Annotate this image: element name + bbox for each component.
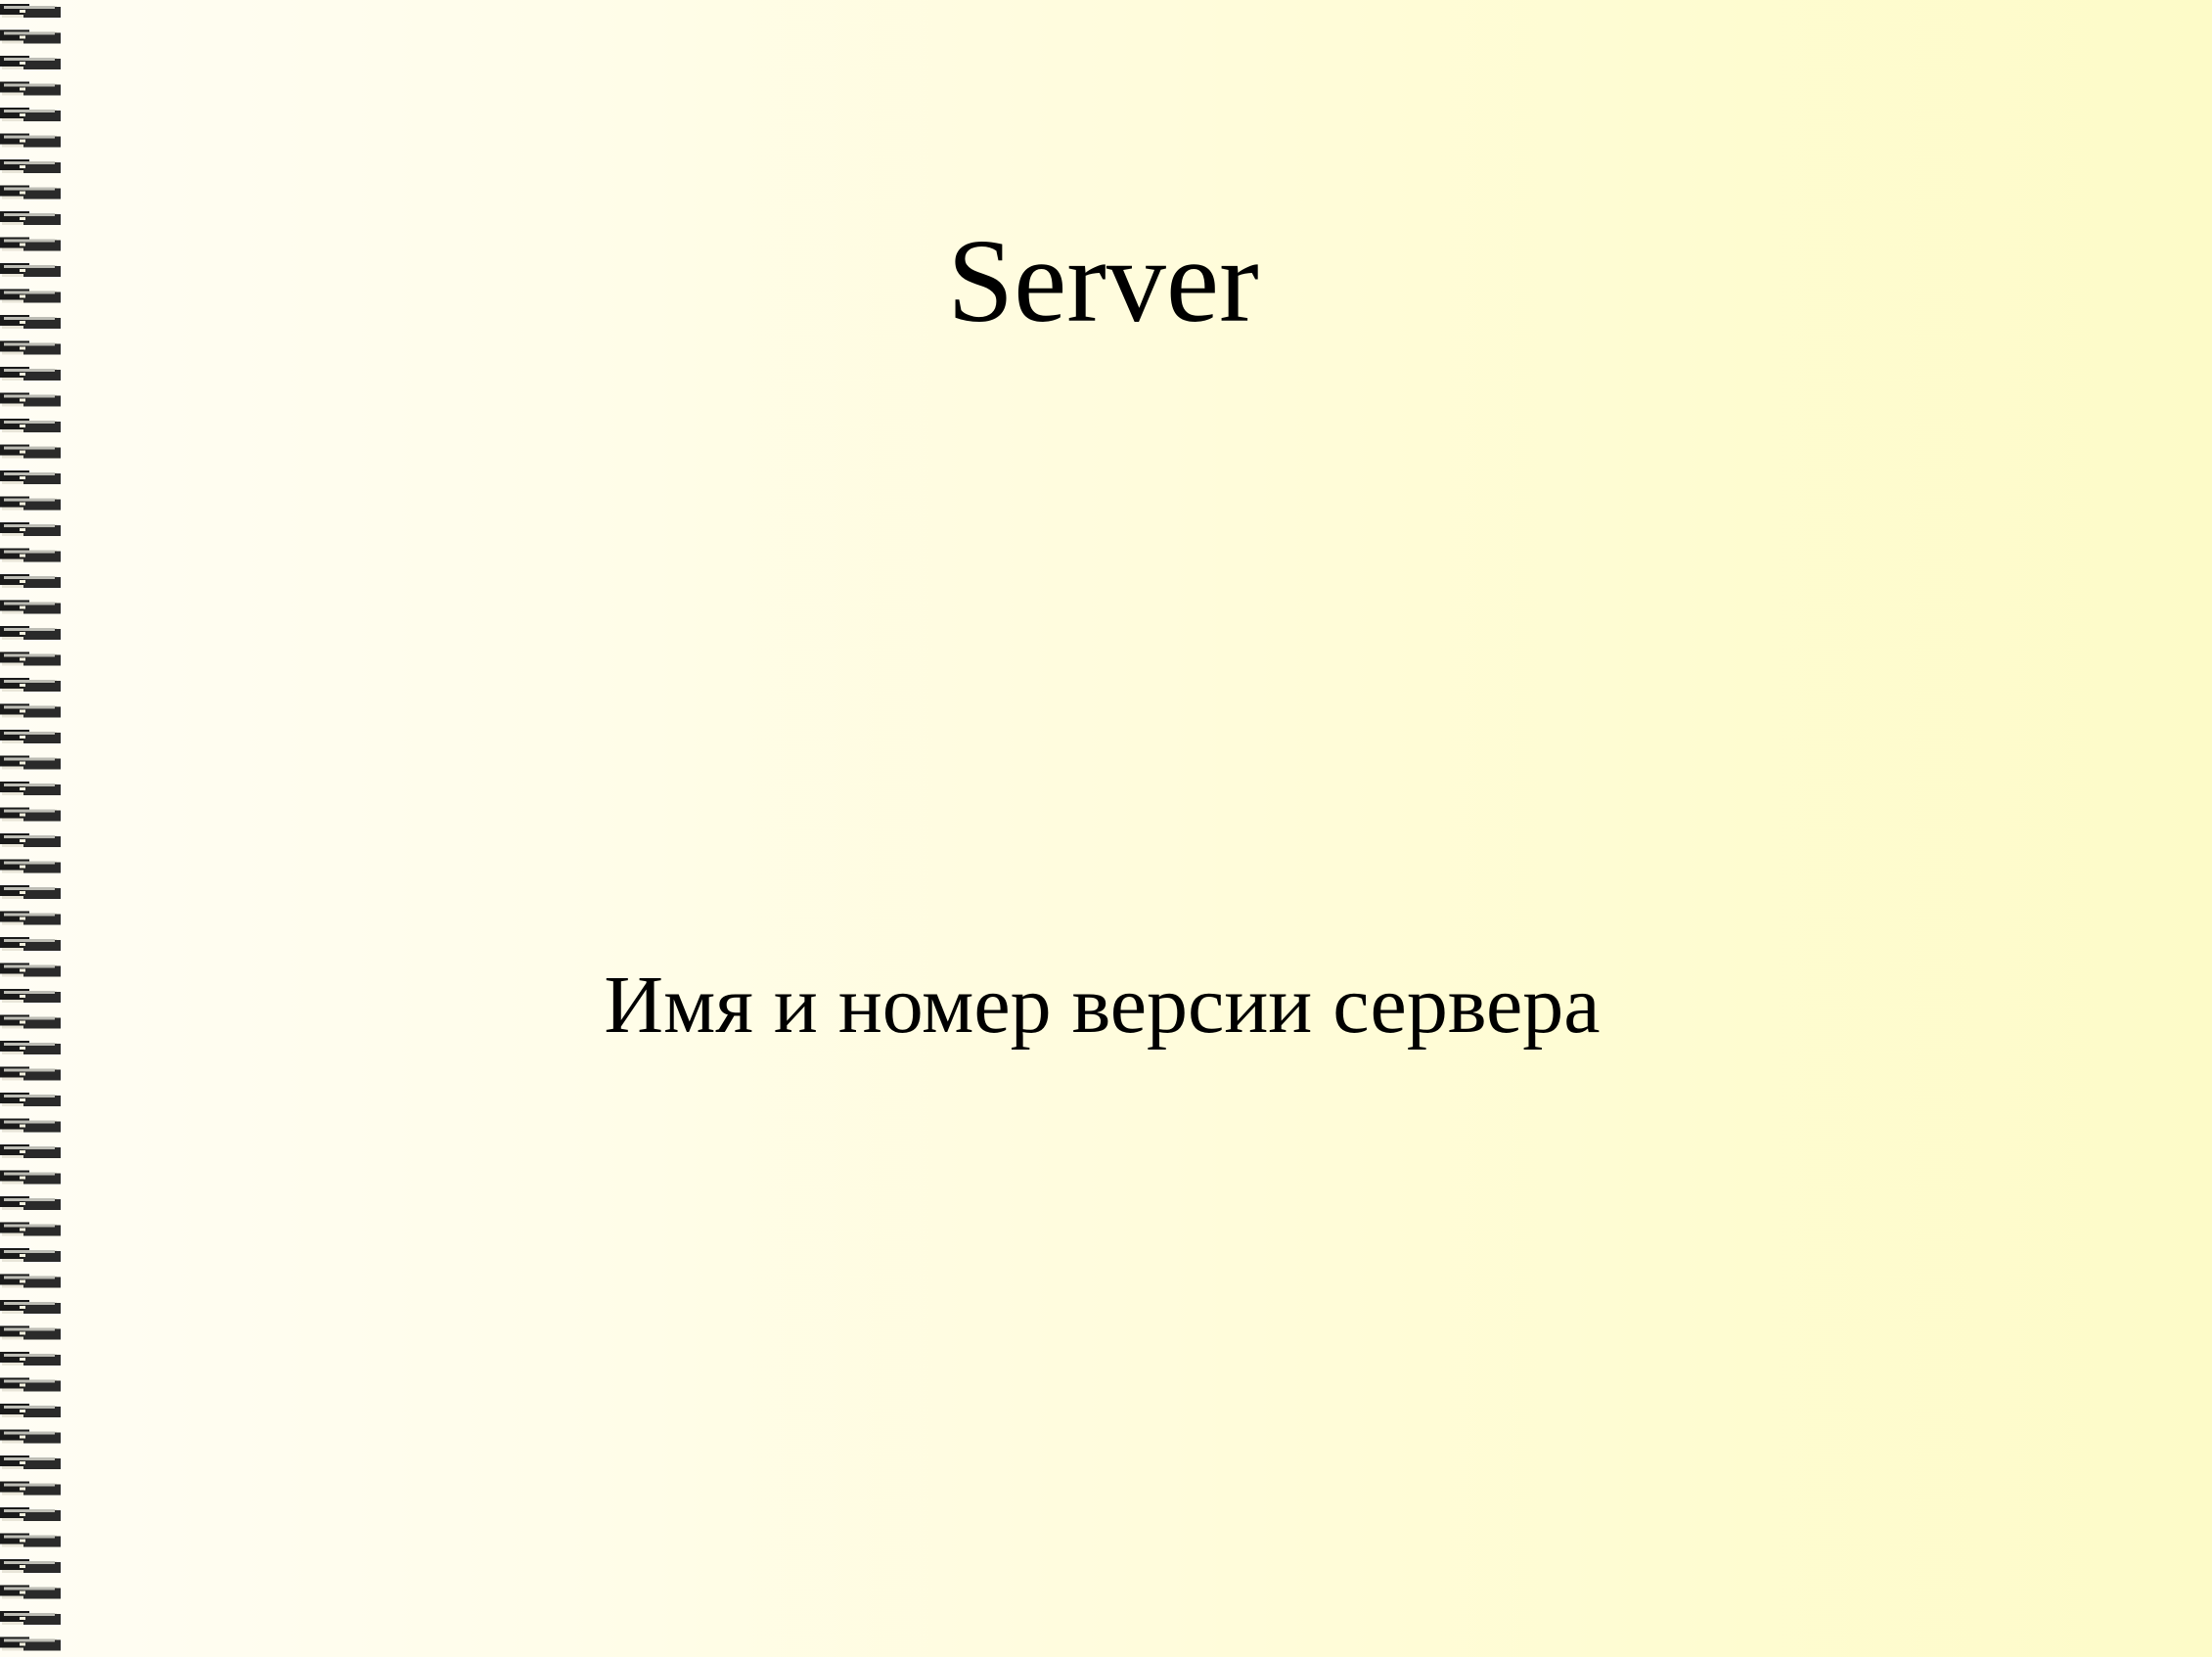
binding-ring	[0, 1352, 61, 1366]
binding-ring	[0, 885, 61, 899]
binding-ring	[0, 937, 61, 951]
binding-ring	[0, 730, 61, 743]
binding-ring	[0, 1585, 61, 1599]
binding-ring	[0, 755, 61, 770]
binding-ring	[0, 782, 61, 795]
binding-ring	[0, 1170, 61, 1185]
binding-ring	[0, 651, 61, 666]
binding-ring	[0, 367, 61, 381]
slide-title: Server	[947, 215, 1259, 347]
binding-ring	[0, 1429, 61, 1444]
binding-ring	[0, 703, 61, 718]
binding-ring	[0, 548, 61, 562]
binding-ring	[0, 1222, 61, 1236]
binding-ring	[0, 600, 61, 614]
binding-ring	[0, 1144, 61, 1158]
binding-ring	[0, 574, 61, 588]
binding-ring	[0, 1066, 61, 1081]
binding-ring	[0, 1093, 61, 1106]
binding-ring	[0, 419, 61, 432]
binding-ring	[0, 1300, 61, 1314]
binding-ring	[0, 56, 61, 69]
binding-ring	[0, 1118, 61, 1133]
binding-ring	[0, 1325, 61, 1340]
binding-ring	[0, 1377, 61, 1392]
binding-ring	[0, 1274, 61, 1288]
binding-ring	[0, 1404, 61, 1417]
binding-ring	[0, 678, 61, 692]
binding-ring	[0, 1533, 61, 1547]
binding-ring	[0, 1248, 61, 1262]
binding-ring	[0, 496, 61, 511]
binding-ring	[0, 1481, 61, 1496]
binding-ring	[0, 1559, 61, 1573]
binding-ring	[0, 1636, 61, 1651]
binding-ring	[0, 133, 61, 148]
binding-ring	[0, 392, 61, 407]
binding-ring	[0, 108, 61, 121]
slide-body-text: Имя и номер версии сервера	[604, 960, 1601, 1051]
binding-ring	[0, 911, 61, 925]
binding-ring	[0, 185, 61, 200]
binding-ring	[0, 522, 61, 536]
binding-ring	[0, 4, 61, 18]
binding-ring	[0, 29, 61, 44]
binding-ring	[0, 1196, 61, 1210]
binding-ring	[0, 1611, 61, 1625]
binding-ring	[0, 833, 61, 847]
binding-ring	[0, 159, 61, 173]
binding-ring	[0, 1455, 61, 1469]
binding-ring	[0, 626, 61, 640]
binding-ring	[0, 1507, 61, 1521]
binding-ring	[0, 81, 61, 96]
binding-ring	[0, 859, 61, 873]
binding-ring	[0, 807, 61, 822]
binding-ring	[0, 470, 61, 484]
binding-ring	[0, 444, 61, 459]
